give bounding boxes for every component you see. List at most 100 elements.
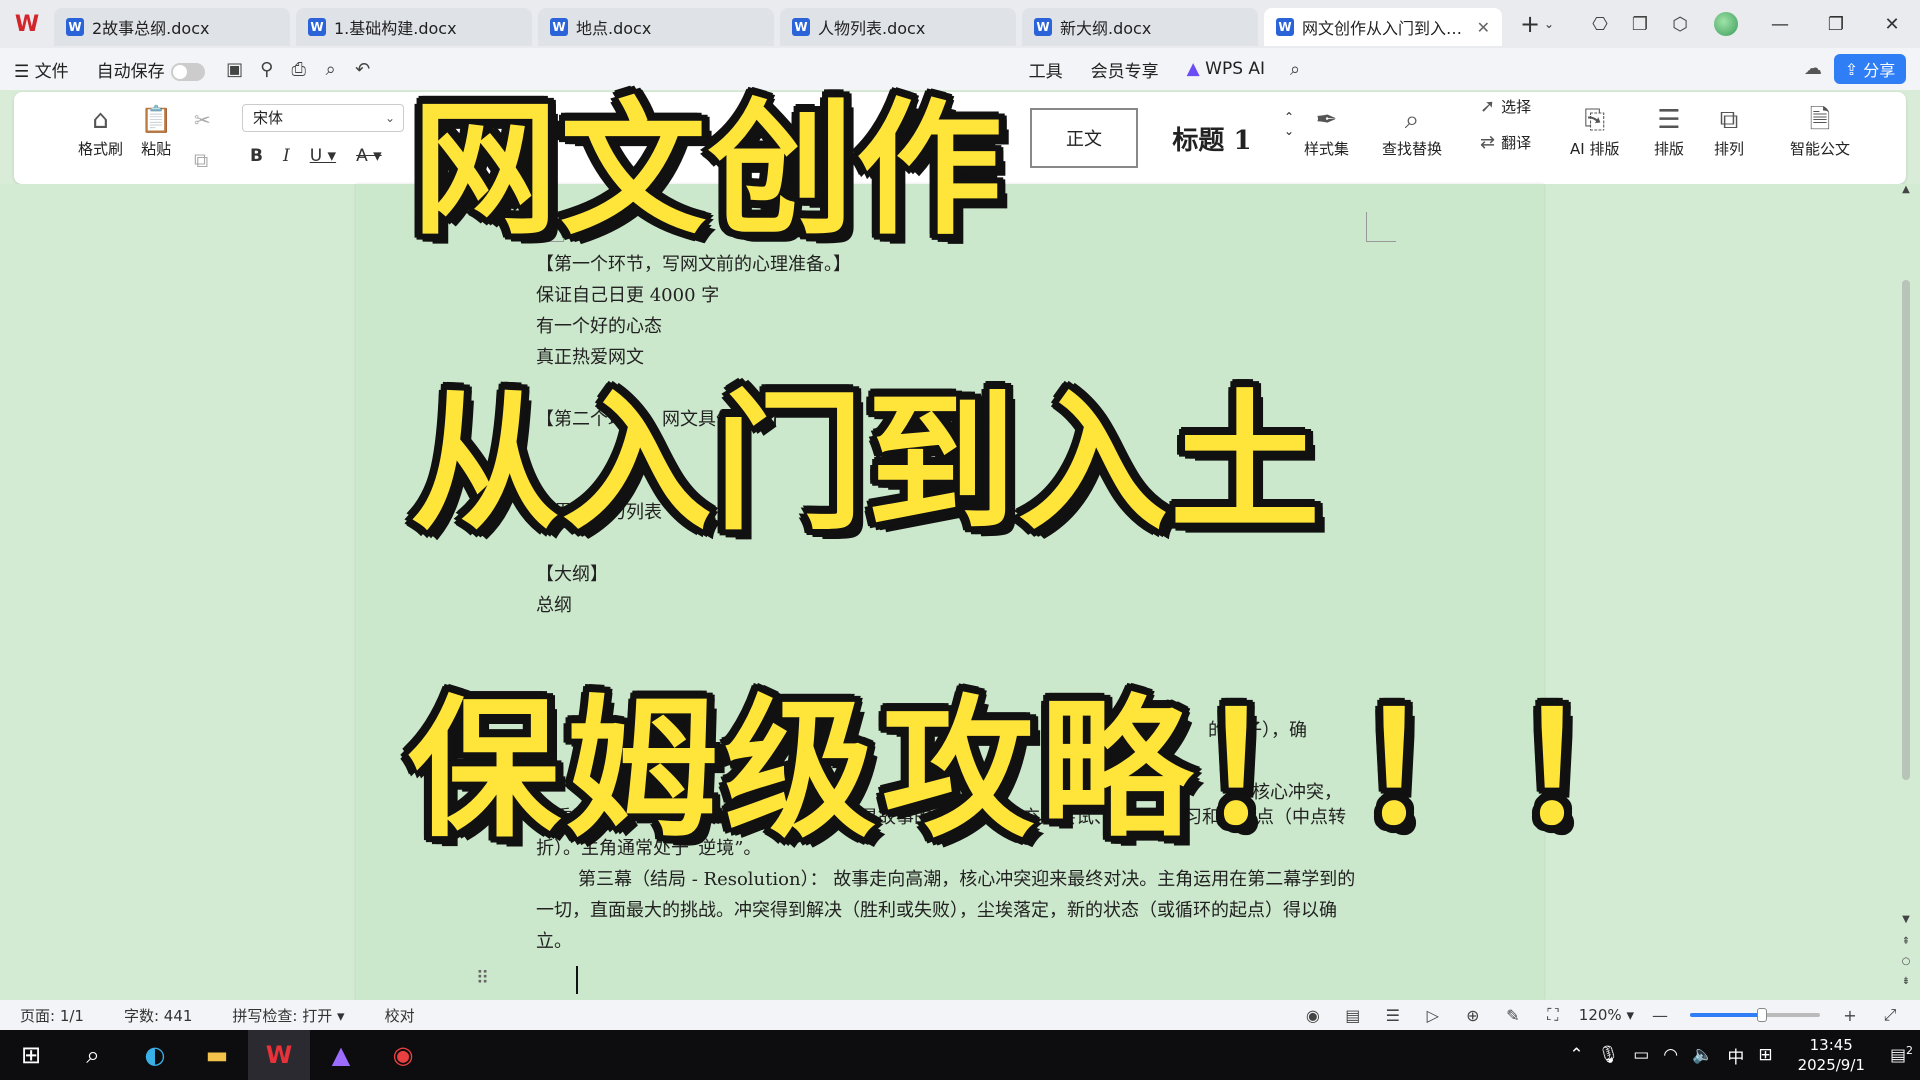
layout-button[interactable]: ☰ 排版 — [1654, 102, 1684, 159]
translate-button[interactable]: ⇄ 翻译 — [1480, 132, 1531, 153]
page-icon[interactable]: ○ — [1900, 956, 1912, 967]
format-painter-button[interactable]: ⌂ 格式刷 — [78, 102, 123, 159]
style-scroll[interactable]: ⌃ ⌄ — [1284, 110, 1294, 138]
drag-handle-icon[interactable]: ⠿ — [476, 968, 489, 989]
eye-protection-icon[interactable]: ◉ — [1293, 1006, 1333, 1025]
microphone-icon[interactable]: 🎙 — [1598, 1045, 1620, 1065]
vertical-scrollbar[interactable]: ▲ ▼ ⇞ ○ ⇟ — [1900, 184, 1912, 1000]
doc-tab-active[interactable]: W 网文创作从入门到入土·保 ✕ — [1264, 8, 1502, 46]
web-view-icon[interactable]: ⊕ — [1453, 1006, 1493, 1025]
pen-icon[interactable]: ✎ — [1493, 1006, 1533, 1025]
proofread-button[interactable]: 校对 — [365, 1005, 435, 1026]
print-preview-icon[interactable]: ⌕ — [315, 59, 347, 80]
cube-icon[interactable]: ⬡ — [1660, 14, 1700, 35]
prev-page-icon[interactable]: ⇞ — [1900, 936, 1912, 947]
autosave-toggle[interactable]: 自动保存 — [83, 57, 219, 82]
menu-file[interactable]: ☰ 文件 — [0, 57, 83, 82]
doc-tab[interactable]: W 人物列表.docx — [780, 8, 1016, 46]
wifi-icon[interactable]: ◠ — [1663, 1045, 1678, 1065]
underline-icon[interactable]: U ▾ — [310, 146, 336, 166]
ai-app-icon[interactable]: ▲ — [310, 1030, 372, 1080]
ime-indicator[interactable]: 中 — [1727, 1043, 1744, 1068]
style-set-button[interactable]: ✒ 样式集 — [1304, 102, 1349, 159]
zoom-in-icon[interactable]: + — [1830, 1006, 1870, 1025]
chevron-up-icon[interactable]: ⌃ — [1569, 1045, 1583, 1065]
screenshot-icon[interactable]: ⎔ — [1580, 14, 1620, 35]
minimize-icon[interactable]: — — [1752, 14, 1808, 35]
avatar[interactable] — [1714, 12, 1738, 36]
window-layout-icon[interactable]: ❐ — [1620, 14, 1660, 35]
search-icon[interactable]: ⌕ — [62, 1030, 124, 1080]
copy-button[interactable]: ⧉ — [194, 142, 208, 178]
edge-browser-icon[interactable]: ◐ — [124, 1030, 186, 1080]
strikethrough-icon[interactable]: A ▾ — [356, 146, 382, 166]
page-count[interactable]: 页面: 1/1 — [0, 1005, 104, 1026]
play-icon[interactable]: ▷ — [1413, 1006, 1453, 1025]
menu-tools[interactable]: 工具 — [1015, 57, 1077, 82]
layout-icon: ☰ — [1657, 105, 1681, 135]
restore-icon[interactable]: ❐ — [1808, 14, 1864, 35]
search-icon[interactable]: ⌕ — [1279, 59, 1311, 80]
close-tab-icon[interactable]: ✕ — [1477, 18, 1490, 37]
share-button[interactable]: ⇪ 分享 — [1834, 54, 1906, 84]
scroll-up-icon[interactable]: ▲ — [1900, 184, 1912, 195]
recorder-icon[interactable]: ◉ — [372, 1030, 434, 1080]
save-icon[interactable]: ▣ — [219, 59, 251, 80]
ai-layout-button[interactable]: ⎘ AI 排版 — [1570, 102, 1619, 159]
cloud-sync-icon[interactable]: ☁ — [1804, 58, 1822, 79]
doc-paragraph[interactable]: 第三幕（结局 - Resolution）： 故事走向高潮，核心冲突迎来最终对决。… — [536, 864, 1366, 957]
undo-icon[interactable]: ↶ — [347, 59, 379, 80]
word-count[interactable]: 字数: 441 — [104, 1005, 212, 1026]
clock[interactable]: 13:45 2025/9/1 — [1798, 1035, 1865, 1075]
zoom-level[interactable]: 120% ▾ — [1573, 1006, 1640, 1024]
wps-logo-icon[interactable]: W — [0, 0, 54, 48]
font-family-select[interactable]: 宋体 ⌄ — [242, 104, 404, 132]
file-explorer-icon[interactable]: ▬ — [186, 1030, 248, 1080]
notification-icon[interactable]: ▤2 — [1890, 1044, 1913, 1066]
doc-tab[interactable]: W 2故事总纲.docx — [54, 8, 290, 46]
style-normal[interactable]: 正文 — [1030, 108, 1138, 168]
cut-button[interactable]: ✂ — [194, 102, 211, 138]
bold-icon[interactable]: B — [250, 146, 263, 166]
toggle-switch[interactable] — [170, 62, 205, 81]
select-button[interactable]: ➚ 选择 — [1480, 96, 1531, 117]
print-icon[interactable]: ⎙ — [283, 59, 315, 80]
wps-office-icon[interactable]: W — [248, 1030, 310, 1080]
doc-line[interactable]: 有一个好的心态 — [536, 312, 662, 338]
fullscreen-icon[interactable]: ⤢ — [1870, 1005, 1910, 1025]
status-bar-right: ◉ ▤ ☰ ▷ ⊕ ✎ ⛶ 120% ▾ — + ⤢ — [1293, 1000, 1910, 1030]
battery-icon[interactable]: ▭ — [1633, 1045, 1649, 1065]
spell-check-status[interactable]: 拼写检查: 打开 ▾ — [212, 1005, 364, 1026]
doc-line[interactable]: 保证自己日更 4000 字 — [536, 281, 719, 307]
menu-wps-ai[interactable]: ▲ WPS AI — [1173, 59, 1279, 79]
windows-start-icon[interactable]: ⊞ — [0, 1030, 62, 1080]
zoom-out-icon[interactable]: — — [1640, 1006, 1680, 1025]
paste-button[interactable]: 📋 粘贴 — [140, 102, 172, 159]
doc-tab[interactable]: W 1.基础构建.docx — [296, 8, 532, 46]
fit-page-icon[interactable]: ⛶ — [1533, 1005, 1573, 1025]
find-replace-button[interactable]: ⌕ 查找替换 — [1382, 102, 1442, 159]
scrollbar-thumb[interactable] — [1902, 280, 1910, 780]
outline-view-icon[interactable]: ☰ — [1373, 1006, 1413, 1025]
scroll-down-icon[interactable]: ▼ — [1900, 914, 1912, 925]
doc-line[interactable]: 【大纲】 — [536, 560, 608, 586]
arrange-button[interactable]: ⧉ 排列 — [1714, 102, 1744, 159]
volume-icon[interactable]: 🔈 — [1692, 1045, 1713, 1065]
smart-doc-button[interactable]: 🗎 智能公文 — [1790, 102, 1850, 159]
keyboard-layout-icon[interactable]: ⊞ — [1758, 1045, 1772, 1065]
style-heading-1[interactable]: 标题 1 — [1144, 108, 1280, 168]
chevron-down-icon[interactable]: ⌄ — [1544, 17, 1562, 31]
page-view-icon[interactable]: ▤ — [1333, 1006, 1373, 1025]
document-page[interactable]: 【第一个环节，写网文前的心理准备。】 保证自己日更 4000 字 有一个好的心态… — [356, 184, 1544, 1000]
zoom-slider-knob[interactable] — [1756, 1008, 1767, 1022]
doc-line[interactable]: 总纲 — [536, 591, 572, 617]
link-icon[interactable]: ⚲ — [251, 59, 283, 80]
menu-vip[interactable]: 会员专享 — [1077, 57, 1173, 82]
italic-icon[interactable]: I — [283, 146, 290, 166]
doc-tab[interactable]: W 新大纲.docx — [1022, 8, 1258, 46]
next-page-icon[interactable]: ⇟ — [1900, 976, 1912, 987]
close-window-icon[interactable]: ✕ — [1864, 14, 1920, 35]
doc-tab[interactable]: W 地点.docx — [538, 8, 774, 46]
new-tab-icon[interactable]: + — [1516, 10, 1544, 38]
zoom-slider[interactable] — [1690, 1008, 1820, 1022]
